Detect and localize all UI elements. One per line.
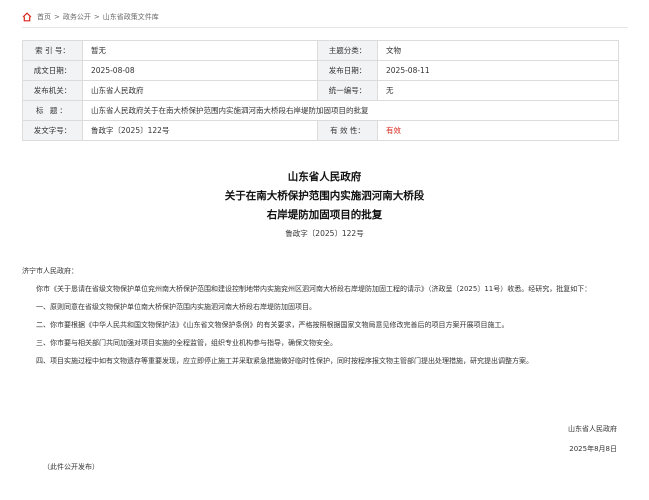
uniform-value: 无	[377, 80, 619, 101]
document-meta-table: 索 引 号： 暂无 主题分类： 文物 成文日期： 2025-08-08 发布日期…	[22, 40, 619, 141]
title-line: 山东省人民政府	[287, 171, 362, 183]
issuer-label: 发布机关：	[22, 80, 83, 101]
meta-row: 发布机关： 山东省人民政府 统一编号： 无	[22, 80, 619, 101]
meta-row: 索 引 号： 暂无 主题分类： 文物	[22, 40, 619, 61]
signature: 山东省人民政府	[568, 425, 617, 433]
body-paragraph: 你市《关于恳请在省级文物保护单位兖州南大桥保护范围和建设控制地带内实施兖州区泗河…	[36, 285, 592, 293]
document-number: 鲁政字〔2025〕122号	[285, 229, 364, 238]
breadcrumb-home-link[interactable]: 首页	[37, 12, 51, 22]
body-item: 三、你市要与相关部门共同加强对项目实施的全程监管，组织专业机构参与指导，确保文物…	[36, 339, 337, 347]
date-label: 成文日期：	[22, 60, 83, 81]
publication-note: （此件公开发布）	[43, 463, 99, 471]
addressee: 济宁市人民政府：	[22, 267, 78, 275]
docno-label: 发文字号：	[22, 120, 83, 141]
sign-date: 2025年8月8日	[569, 445, 617, 453]
title-line: 关于在南大桥保护范围内实施泗河南大桥段	[224, 190, 425, 202]
index-label: 索 引 号：	[22, 40, 83, 61]
body-item: 一、原则同意在省级文物保护单位南大桥保护范围内实施泗河南大桥段右岸堤防加固项目。	[36, 303, 316, 311]
breadcrumb-policy-library-link[interactable]: 山东省政策文件库	[103, 12, 159, 22]
category-value: 文物	[377, 40, 619, 61]
index-value: 暂无	[82, 40, 318, 61]
title-value: 山东省人民政府关于在南大桥保护范围内实施泗河南大桥段右岸堤防加固项目的批复	[82, 100, 619, 121]
validity-label: 有 效 性：	[317, 120, 378, 141]
docno-value: 鲁政字〔2025〕122号	[82, 120, 318, 141]
title-line: 右岸堤防加固项目的批复	[266, 209, 383, 221]
meta-row: 标 题： 山东省人民政府关于在南大桥保护范围内实施泗河南大桥段右岸堤防加固项目的…	[22, 100, 619, 121]
uniform-label: 统一编号：	[317, 80, 378, 101]
publish-value: 2025-08-11	[377, 60, 619, 81]
home-icon[interactable]	[22, 12, 32, 22]
breadcrumb-gov-affairs-link[interactable]: 政务公开	[63, 12, 91, 22]
breadcrumb: 首页 > 政务公开 > 山东省政策文件库	[22, 10, 159, 24]
breadcrumb-separator: >	[93, 13, 100, 21]
publish-label: 发布日期：	[317, 60, 378, 81]
meta-row: 发文字号： 鲁政字〔2025〕122号 有 效 性： 有效	[22, 120, 619, 141]
date-value: 2025-08-08	[82, 60, 318, 81]
validity-value: 有效	[377, 120, 619, 141]
breadcrumb-separator: >	[54, 13, 60, 21]
meta-row: 成文日期： 2025-08-08 发布日期： 2025-08-11	[22, 60, 619, 81]
body-item: 二、你市要根据《中华人民共和国文物保护法》《山东省文物保护条例》的有关要求，严格…	[36, 321, 509, 329]
document-body: 济宁市人民政府： 你市《关于恳请在省级文物保护单位兖州南大桥保护范围和建设控制地…	[22, 262, 628, 370]
body-item: 四、项目实施过程中如有文物遗存等重要发现，应立即停止施工并采取紧急措施做好临时性…	[36, 357, 533, 365]
issuer-value: 山东省人民政府	[82, 80, 318, 101]
document-title: 山东省人民政府 关于在南大桥保护范围内实施泗河南大桥段 右岸堤防加固项目的批复	[0, 168, 649, 225]
title-label: 标 题：	[22, 100, 83, 121]
divider	[22, 27, 628, 28]
category-label: 主题分类：	[317, 40, 378, 61]
